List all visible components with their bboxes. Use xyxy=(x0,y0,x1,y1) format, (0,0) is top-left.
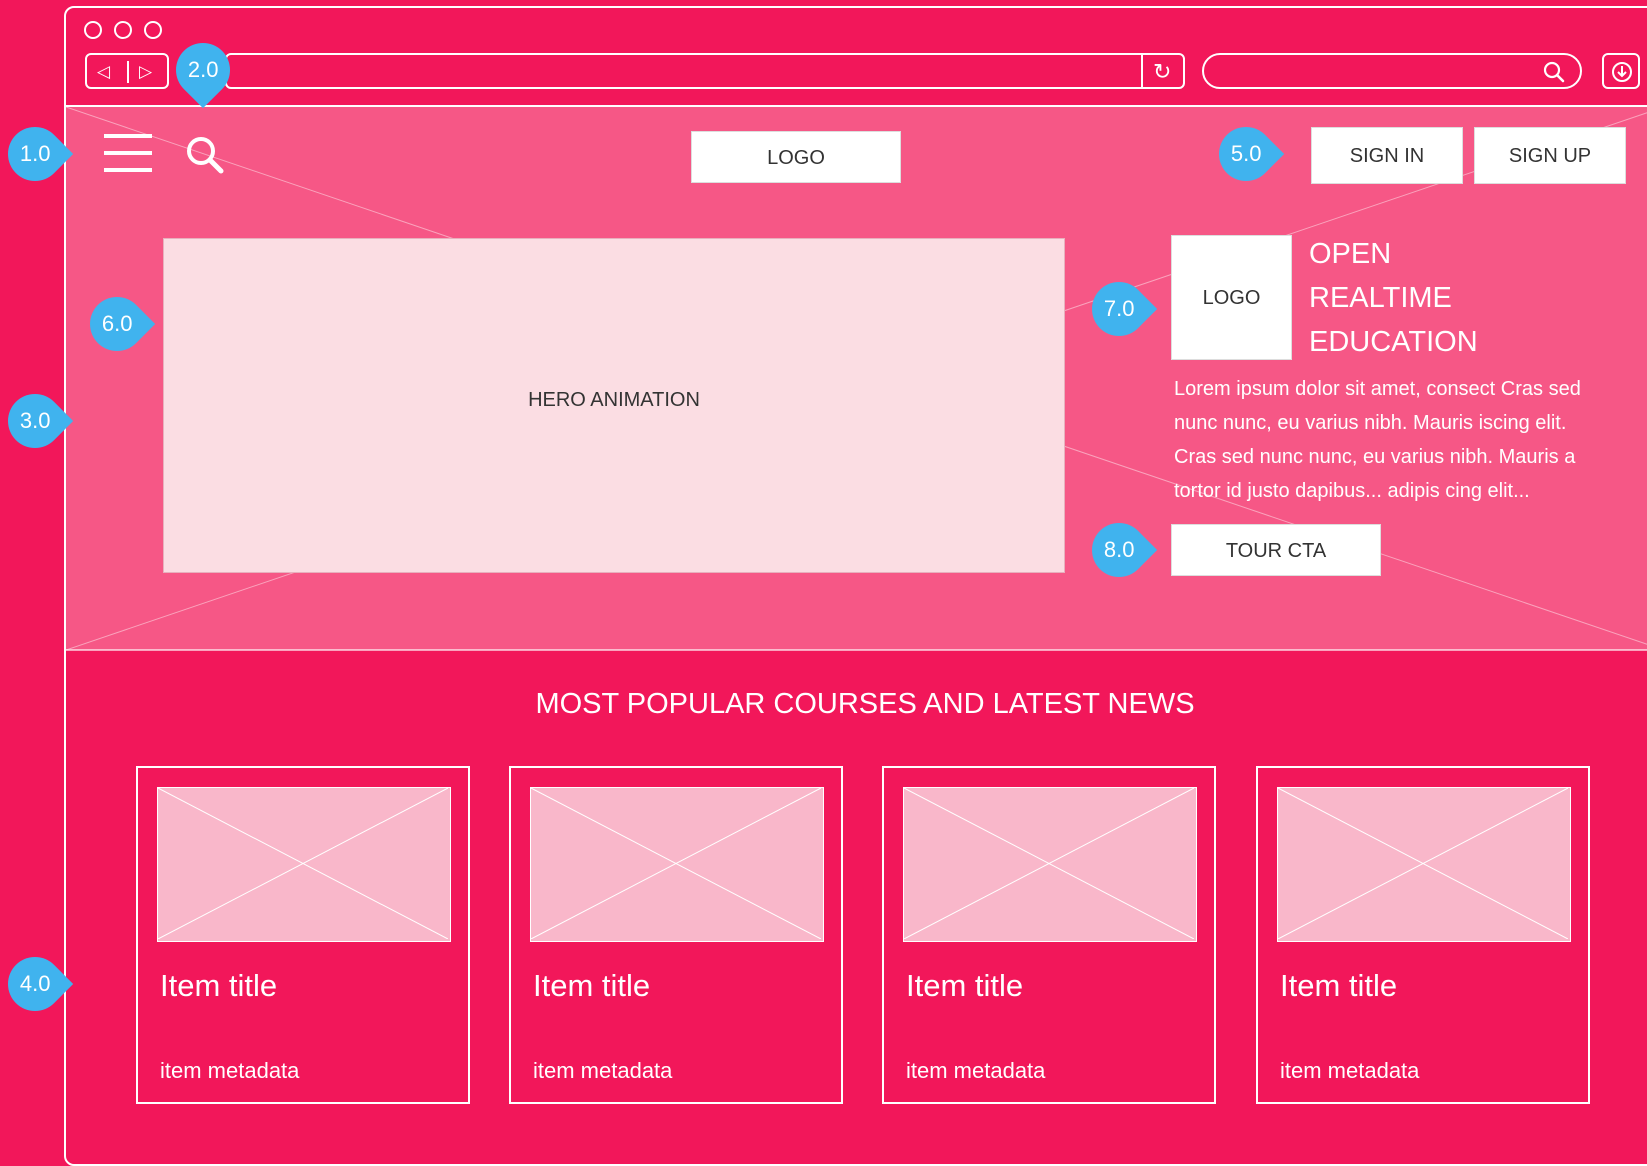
sign-in-button[interactable]: SIGN IN xyxy=(1311,127,1463,184)
annotation-label: 3.0 xyxy=(19,408,51,433)
window-control-maximize[interactable] xyxy=(144,21,162,39)
annotation-pin: 3.0 xyxy=(0,382,74,460)
section-heading: MOST POPULAR COURSES AND LATEST NEWS xyxy=(535,688,1195,720)
annotation-label: 2.0 xyxy=(187,57,219,82)
divider xyxy=(127,61,129,83)
address-bar[interactable]: ↻ xyxy=(225,53,1185,89)
hero-divider xyxy=(66,649,1647,651)
image-placeholder-icon xyxy=(531,788,821,939)
description-line: Lorem ipsum dolor sit amet, consect Cras… xyxy=(1174,378,1581,400)
forward-button[interactable]: ▷ xyxy=(139,61,152,83)
history-nav: ◁ ▷ xyxy=(85,53,169,89)
divider xyxy=(1141,55,1143,87)
hero-description: Lorem ipsum dolor sit amet, consect Cras… xyxy=(1174,372,1614,508)
annotation-label: 6.0 xyxy=(101,311,133,336)
menu-icon-bar xyxy=(104,151,152,155)
menu-icon-bar xyxy=(104,168,152,172)
hero-animation: HERO ANIMATION xyxy=(163,238,1065,573)
image-placeholder-icon xyxy=(904,788,1194,939)
card-metadata: item metadata xyxy=(160,1058,300,1083)
image-placeholder-icon xyxy=(1278,788,1568,939)
card-metadata: item metadata xyxy=(1280,1058,1420,1083)
card-title: Item title xyxy=(1280,968,1398,1003)
window-control-minimize[interactable] xyxy=(114,21,132,39)
product-logo: LOGO xyxy=(1171,235,1292,360)
download-button[interactable] xyxy=(1602,53,1640,89)
menu-icon xyxy=(104,134,152,138)
course-card[interactable]: Item title item metadata xyxy=(882,766,1216,1104)
download-icon xyxy=(1612,62,1632,82)
card-metadata: item metadata xyxy=(533,1058,673,1083)
hamburger-menu[interactable] xyxy=(104,134,152,174)
window-control-close[interactable] xyxy=(84,21,102,39)
reload-icon[interactable]: ↻ xyxy=(1153,59,1171,85)
annotation-pin: 1.0 xyxy=(0,115,74,193)
browser-search-input[interactable] xyxy=(1202,53,1582,89)
card-thumbnail xyxy=(1277,787,1571,942)
card-thumbnail xyxy=(530,787,824,942)
card-thumbnail xyxy=(157,787,451,942)
back-button[interactable]: ◁ xyxy=(97,61,110,83)
tagline-line: EDUCATION xyxy=(1309,326,1478,358)
site-logo[interactable]: LOGO xyxy=(691,131,901,183)
tour-cta-button[interactable]: TOUR CTA xyxy=(1171,524,1381,576)
card-title: Item title xyxy=(906,968,1024,1003)
annotation-label: 4.0 xyxy=(19,971,51,996)
hero-tagline: OPEN REALTIME EDUCATION xyxy=(1309,232,1478,364)
card-title: Item title xyxy=(160,968,278,1003)
image-placeholder-icon xyxy=(158,788,448,939)
tagline-line: REALTIME xyxy=(1309,282,1452,314)
course-card[interactable]: Item title item metadata xyxy=(1256,766,1590,1104)
search-icon[interactable] xyxy=(184,134,226,176)
description-line: Cras sed nunc nunc, eu varius nibh. Maur… xyxy=(1174,446,1576,468)
tagline-line: OPEN xyxy=(1309,238,1392,270)
card-title: Item title xyxy=(533,968,651,1003)
annotation-pin: 4.0 xyxy=(0,945,74,1023)
course-card[interactable]: Item title item metadata xyxy=(136,766,470,1104)
annotation-label: 1.0 xyxy=(19,141,51,166)
annotation-label: 7.0 xyxy=(1103,296,1135,321)
description-line: nunc nunc, eu varius nibh. Mauris iscing… xyxy=(1174,412,1567,434)
annotation-label: 8.0 xyxy=(1103,537,1135,562)
search-icon xyxy=(1543,61,1565,83)
hero-animation-label: HERO ANIMATION xyxy=(528,389,700,411)
card-metadata: item metadata xyxy=(906,1058,1046,1083)
annotation-label: 5.0 xyxy=(1230,141,1262,166)
description-line: tortor id justo dapibus... adipis cing e… xyxy=(1174,480,1530,502)
sign-up-button[interactable]: SIGN UP xyxy=(1474,127,1626,184)
card-thumbnail xyxy=(903,787,1197,942)
course-card[interactable]: Item title item metadata xyxy=(509,766,843,1104)
